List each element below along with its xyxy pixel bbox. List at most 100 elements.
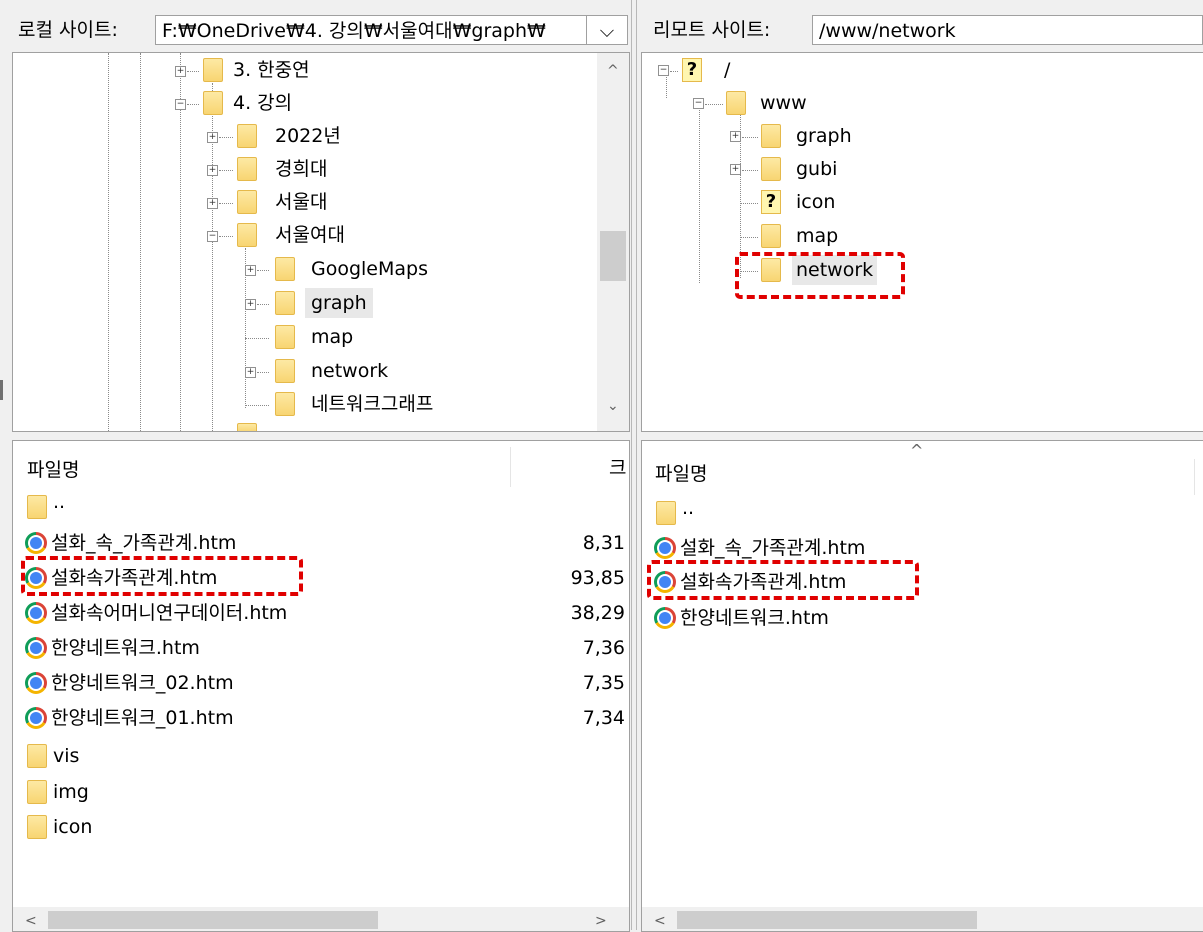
remote-tree-item-map[interactable]: map: [642, 221, 1202, 251]
expand-icon[interactable]: +: [730, 164, 741, 175]
file-name: 한양네트워크.htm: [680, 607, 829, 629]
scroll-down-icon[interactable]: ⌄: [607, 398, 619, 414]
local-tree-label: 3. 한중연: [233, 59, 310, 81]
highlight-remote-network-folder: [735, 252, 905, 299]
remote-site-label: 리모트 사이트:: [653, 19, 771, 41]
file-name: 설화속어머니연구데이터.htm: [51, 602, 288, 624]
scroll-thumb[interactable]: [48, 911, 378, 929]
file-size: 7,34: [582, 707, 625, 729]
local-tree-item-graph[interactable]: + graph: [13, 288, 603, 318]
local-tree-item-networkgraph[interactable]: 네트워크그래프: [13, 389, 603, 419]
local-site-label: 로컬 사이트:: [18, 19, 118, 41]
file-size: 8,31: [582, 532, 625, 554]
local-file-row[interactable]: 설화속어머니연구데이터.htm 38,29: [13, 596, 629, 630]
scroll-left-icon[interactable]: <: [654, 913, 666, 929]
scroll-up-icon[interactable]: ^: [607, 63, 619, 79]
local-tree-label: 경희대: [275, 158, 328, 180]
local-path-dropdown-button[interactable]: ⌵: [586, 15, 628, 45]
unknown-folder-icon: ?: [761, 190, 781, 214]
local-tree-label: 4. 강의: [233, 92, 293, 114]
chrome-file-icon: [25, 602, 47, 624]
remote-path-input[interactable]: /www/network: [812, 15, 1203, 45]
collapse-icon[interactable]: −: [693, 98, 704, 109]
remote-tree-item-graph[interactable]: + graph: [642, 121, 1202, 151]
local-tree-item-swu[interactable]: − 서울여대: [13, 220, 603, 250]
column-header-size[interactable]: 크: [609, 453, 626, 480]
folder-icon: [237, 124, 257, 148]
local-tree-item-network[interactable]: + network: [13, 356, 603, 386]
collapse-icon[interactable]: −: [175, 99, 186, 110]
highlight-local-file: [21, 556, 303, 596]
file-name: icon: [53, 816, 93, 838]
remote-tree-label: map: [796, 225, 839, 247]
remote-tree-item-gubi[interactable]: + gubi: [642, 154, 1202, 184]
remote-file-row-parent[interactable]: ..: [642, 495, 1203, 529]
local-tree-item-2022[interactable]: + 2022년: [13, 121, 603, 151]
column-header-filename[interactable]: 파일명: [655, 459, 707, 486]
expand-icon[interactable]: +: [207, 132, 218, 143]
folder-icon: [203, 58, 223, 82]
local-file-row[interactable]: 한양네트워크.htm 7,36: [13, 631, 629, 665]
folder-icon: [761, 157, 781, 181]
local-file-row[interactable]: 설화_속_가족관계.htm 8,31: [13, 526, 629, 560]
local-file-list-hscrollbar[interactable]: < >: [13, 907, 629, 931]
folder-icon: [27, 495, 47, 519]
remote-tree-item-www[interactable]: − www: [642, 88, 1202, 118]
local-directory-tree[interactable]: + 3. 한중연 − 4. 강의 + 2022년 + 경희대 + 서울대 − 서…: [12, 52, 630, 432]
remote-tree-item-network[interactable]: network: [642, 255, 1202, 285]
local-tree-item-googlemaps[interactable]: + GoogleMaps: [13, 254, 603, 284]
remote-tree-item-icon[interactable]: ? icon: [642, 187, 1202, 217]
remote-file-list-hscrollbar[interactable]: <: [642, 907, 1203, 931]
scroll-right-icon[interactable]: >: [595, 913, 607, 929]
local-tree-scrollbar[interactable]: ^ ⌄: [597, 53, 629, 431]
remote-directory-tree[interactable]: − ? / − www + graph + gubi ? icon map ne…: [641, 52, 1203, 432]
local-file-list[interactable]: 파일명 크 .. 설화_속_가족관계.htm 8,31 설화속가족관계.htm …: [12, 440, 630, 932]
scroll-thumb[interactable]: [677, 911, 977, 929]
local-tree-label: 서울대: [275, 191, 328, 213]
local-tree-item-hanjungyeon[interactable]: + 3. 한중연: [13, 55, 603, 85]
folder-icon: [761, 124, 781, 148]
remote-tree-label: graph: [796, 125, 852, 147]
expand-icon[interactable]: +: [207, 165, 218, 176]
chevron-down-icon: ⌵: [599, 20, 615, 42]
file-name: 한양네트워크_01.htm: [51, 707, 234, 729]
local-file-row-parent[interactable]: ..: [13, 489, 629, 523]
unknown-folder-icon: ?: [682, 58, 702, 82]
local-file-row[interactable]: img: [13, 775, 629, 809]
local-tree-item-lectures[interactable]: − 4. 강의: [13, 88, 603, 118]
local-tree-label: 서울여대: [275, 224, 345, 246]
local-tree-item-snu[interactable]: + 서울대: [13, 187, 603, 217]
file-size: 38,29: [570, 602, 625, 624]
remote-tree-label: /: [724, 59, 731, 81]
expand-icon[interactable]: +: [175, 66, 186, 77]
file-name: ..: [53, 491, 66, 513]
remote-file-row[interactable]: 한양네트워크.htm: [642, 601, 1203, 635]
column-header-filename[interactable]: 파일명: [27, 455, 79, 482]
sort-ascending-icon: ^: [910, 441, 924, 460]
expand-icon[interactable]: +: [207, 198, 218, 209]
scroll-left-icon[interactable]: <: [25, 913, 37, 929]
local-tree-item-map[interactable]: map: [13, 322, 603, 352]
local-tree-label: graph: [305, 288, 373, 318]
local-file-row[interactable]: icon: [13, 810, 629, 844]
expand-icon[interactable]: +: [245, 299, 256, 310]
remote-tree-label: www: [760, 92, 807, 114]
local-file-row[interactable]: vis: [13, 739, 629, 773]
local-file-row[interactable]: 한양네트워크_01.htm 7,34: [13, 701, 629, 735]
expand-icon[interactable]: +: [245, 367, 256, 378]
remote-file-list[interactable]: 파일명 ^ .. 설화_속_가족관계.htm 설화속가족관계.htm 한양네트워…: [641, 440, 1203, 932]
local-file-row[interactable]: 한양네트워크_02.htm 7,35: [13, 666, 629, 700]
local-path-input[interactable]: F:₩OneDrive₩4. 강의₩서울여대₩graph₩: [155, 15, 587, 45]
scroll-thumb[interactable]: [600, 231, 626, 281]
file-size: 93,85: [570, 567, 625, 589]
local-tree-label: 네트워크그래프: [311, 393, 434, 415]
expand-icon[interactable]: +: [730, 131, 741, 142]
collapse-icon[interactable]: −: [658, 65, 669, 76]
file-size: 7,35: [582, 672, 625, 694]
local-tree-item-kyunghee[interactable]: + 경희대: [13, 154, 603, 184]
expand-icon[interactable]: +: [245, 265, 256, 276]
folder-icon: [237, 190, 257, 214]
collapse-icon[interactable]: −: [207, 231, 218, 242]
folder-icon: [27, 815, 47, 839]
remote-tree-item-root[interactable]: − ? /: [642, 55, 1202, 85]
